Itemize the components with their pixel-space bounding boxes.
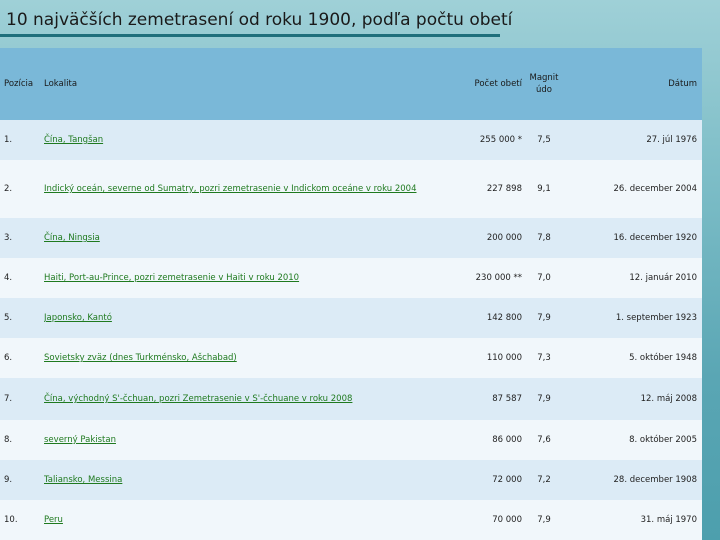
row-date: 12. január 2010 <box>629 273 697 283</box>
table-row: 7. Čína, východný S'-čchuan, pozri Zemet… <box>0 378 702 420</box>
row-position: 6. <box>4 353 13 363</box>
row-victims: 142 800 <box>486 313 522 323</box>
row-victims: 87 587 <box>492 394 522 404</box>
location-link[interactable]: Haiti, Port-au-Prince, pozri zemetraseni… <box>44 273 299 283</box>
row-magnitude: 7,6 <box>537 435 551 445</box>
row-victims: 72 000 <box>492 475 522 485</box>
title-underline <box>0 34 500 37</box>
row-magnitude: 7,9 <box>537 515 551 525</box>
row-victims: 255 000 * <box>479 135 522 145</box>
row-location: Peru <box>44 500 464 540</box>
row-position: 9. <box>4 475 13 485</box>
table-row: 1. Čína, Tangšan 255 000 * 7,5 27. júl 1… <box>0 120 702 160</box>
row-magnitude: 7,3 <box>537 353 551 363</box>
row-victims: 230 000 ** <box>475 273 522 283</box>
row-location: Taliansko, Messina <box>44 460 464 500</box>
table-row: 2. Indický oceán, severne od Sumatry, po… <box>0 160 702 218</box>
location-link[interactable]: severný Pakistan <box>44 435 116 445</box>
table-row: 6. Sovietsky zväz (dnes Turkménsko, Ašch… <box>0 338 702 378</box>
location-link[interactable]: Taliansko, Messina <box>44 475 122 485</box>
row-position: 7. <box>4 394 13 404</box>
header-position: Pozícia <box>4 79 34 89</box>
table-row: 10. Peru 70 000 7,9 31. máj 1970 <box>0 500 702 540</box>
row-date: 31. máj 1970 <box>640 515 697 525</box>
row-position: 10. <box>4 515 18 525</box>
table-row: 8. severný Pakistan 86 000 7,6 8. októbe… <box>0 420 702 460</box>
row-position: 3. <box>4 233 13 243</box>
header-victims: Počet obetí <box>474 79 522 89</box>
location-link[interactable]: Peru <box>44 515 63 525</box>
row-date: 12. máj 2008 <box>640 394 697 404</box>
location-link[interactable]: Čína, východný S'-čchuan, pozri Zemetras… <box>44 394 352 404</box>
earthquake-table: Pozícia Lokalita Počet obetí Magnit údo … <box>0 48 702 540</box>
row-position: 8. <box>4 435 13 445</box>
row-magnitude: 7,5 <box>537 135 551 145</box>
location-link[interactable]: Japonsko, Kantó <box>44 313 112 323</box>
row-date: 8. október 2005 <box>629 435 697 445</box>
row-location: Haiti, Port-au-Prince, pozri zemetraseni… <box>44 258 464 298</box>
table-row: 3. Čína, Ningsia 200 000 7,8 16. decembe… <box>0 218 702 258</box>
row-location: Japonsko, Kantó <box>44 298 464 338</box>
row-position: 4. <box>4 273 13 283</box>
row-magnitude: 7,8 <box>537 233 551 243</box>
header-magnitude: Magnit údo <box>529 73 559 95</box>
row-magnitude: 7,2 <box>537 475 551 485</box>
location-link[interactable]: Čína, Tangšan <box>44 135 103 145</box>
location-link[interactable]: Čína, Ningsia <box>44 233 100 243</box>
row-location: Indický oceán, severne od Sumatry, pozri… <box>44 160 464 218</box>
location-link[interactable]: Sovietsky zväz (dnes Turkménsko, Ašchaba… <box>44 353 237 363</box>
row-victims: 110 000 <box>486 353 522 363</box>
row-location: Sovietsky zväz (dnes Turkménsko, Ašchaba… <box>44 338 464 378</box>
page-title: 10 najväčších zemetrasení od roku 1900, … <box>6 10 513 30</box>
table-row: 5. Japonsko, Kantó 142 800 7,9 1. septem… <box>0 298 702 338</box>
row-location: severný Pakistan <box>44 420 464 460</box>
row-magnitude: 9,1 <box>537 184 551 194</box>
row-location: Čína, Ningsia <box>44 218 464 258</box>
row-date: 5. október 1948 <box>629 353 697 363</box>
row-victims: 86 000 <box>492 435 522 445</box>
location-link[interactable]: Indický oceán, severne od Sumatry, pozri… <box>44 184 417 194</box>
row-magnitude: 7,9 <box>537 394 551 404</box>
row-location: Čína, Tangšan <box>44 120 464 160</box>
row-location: Čína, východný S'-čchuan, pozri Zemetras… <box>44 378 464 420</box>
row-date: 27. júl 1976 <box>646 135 697 145</box>
header-location: Lokalita <box>44 79 78 89</box>
row-magnitude: 7,9 <box>537 313 551 323</box>
row-position: 5. <box>4 313 13 323</box>
row-victims: 70 000 <box>492 515 522 525</box>
row-date: 26. december 2004 <box>613 184 697 194</box>
row-victims: 227 898 <box>486 184 522 194</box>
row-magnitude: 7,0 <box>537 273 551 283</box>
row-date: 1. september 1923 <box>615 313 697 323</box>
row-date: 28. december 1908 <box>613 475 697 485</box>
table-row: 4. Haiti, Port-au-Prince, pozri zemetras… <box>0 258 702 298</box>
row-position: 2. <box>4 184 13 194</box>
table-row: 9. Taliansko, Messina 72 000 7,2 28. dec… <box>0 460 702 500</box>
header-date: Dátum <box>668 79 697 89</box>
row-position: 1. <box>4 135 13 145</box>
row-victims: 200 000 <box>486 233 522 243</box>
table-header-row: Pozícia Lokalita Počet obetí Magnit údo … <box>0 48 702 120</box>
row-date: 16. december 1920 <box>613 233 697 243</box>
